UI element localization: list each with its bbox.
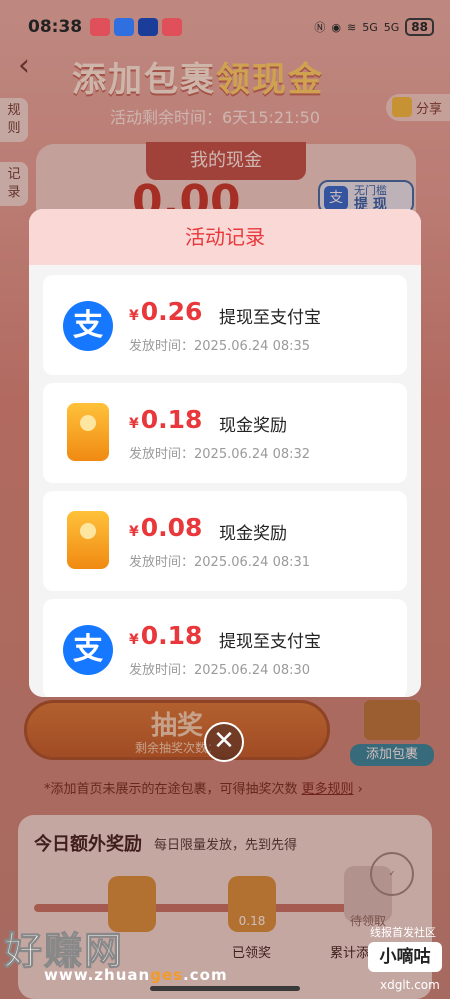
record-item: ¥0.18 现金奖励 发放时间：2025.06.24 08:32	[43, 383, 407, 483]
record-amount: ¥0.08	[129, 513, 203, 542]
cash-redbag-icon	[67, 511, 109, 569]
alipay-notification-icon	[114, 18, 135, 36]
record-item: 支 ¥0.26 提现至支付宝 发放时间：2025.06.24 08:35	[43, 275, 407, 375]
record-amount: ¥0.18	[129, 405, 203, 434]
record-description: 现金奖励	[219, 416, 287, 436]
app-notification-icon	[162, 18, 183, 36]
record-time: 发放时间：2025.06.24 08:35	[129, 339, 311, 354]
watermark-badge: 小嘀咕	[368, 942, 442, 972]
record-description: 提现至支付宝	[219, 308, 321, 328]
record-item: ¥0.08 现金奖励 发放时间：2025.06.24 08:31	[43, 491, 407, 591]
watermark-url: www.zhuanges.com	[44, 966, 228, 984]
battery-indicator: 88	[405, 18, 434, 36]
status-indicators: Ⓝ ◉ ≋ 5G 5G 88	[314, 18, 434, 36]
record-amount: ¥0.18	[129, 621, 203, 650]
watermark-url-right: xdglt.com	[380, 978, 440, 992]
wifi-icon: ≋	[347, 20, 357, 34]
record-description: 现金奖励	[219, 524, 287, 544]
nfc-icon: Ⓝ	[314, 21, 326, 34]
signal-5g-label: 5G	[362, 20, 378, 34]
alipay-icon: 支	[63, 301, 113, 351]
record-amount: ¥0.26	[129, 297, 203, 326]
clock: 08:38	[28, 17, 83, 37]
modal-title: 活动记录	[29, 209, 421, 265]
record-description: 提现至支付宝	[219, 632, 321, 652]
record-time: 发放时间：2025.06.24 08:30	[129, 663, 311, 678]
location-icon: ◉	[331, 20, 342, 34]
status-bar: 08:38 Ⓝ ◉ ≋ 5G 5G 88	[0, 0, 450, 54]
records-list[interactable]: 支 ¥0.26 提现至支付宝 发放时间：2025.06.24 08:35 ¥0.…	[29, 265, 421, 697]
close-modal-button[interactable]: ✕	[204, 722, 244, 762]
app-notification-icon	[90, 18, 111, 36]
cash-redbag-icon	[67, 403, 109, 461]
alipay-icon: 支	[63, 625, 113, 675]
activity-records-modal: 活动记录 支 ¥0.26 提现至支付宝 发放时间：2025.06.24 08:3…	[29, 209, 421, 697]
home-indicator[interactable]	[150, 986, 300, 991]
watermark-caption: 线报首发社区	[370, 926, 436, 939]
record-time: 发放时间：2025.06.24 08:32	[129, 447, 311, 462]
signal-5g-label: 5G	[383, 20, 400, 34]
record-item: 支 ¥0.18 提现至支付宝 发放时间：2025.06.24 08:30	[43, 599, 407, 697]
app-notification-icon	[138, 18, 159, 36]
record-time: 发放时间：2025.06.24 08:31	[129, 555, 311, 570]
